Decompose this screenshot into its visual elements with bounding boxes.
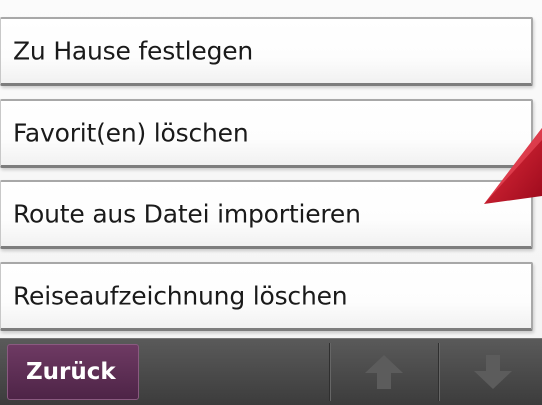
arrow-up-icon <box>365 355 403 389</box>
scroll-down-button[interactable] <box>442 343 542 401</box>
toolbar-divider <box>329 343 330 401</box>
arrow-down-icon <box>474 355 512 389</box>
bottom-toolbar: Zurück <box>0 338 542 405</box>
menu-item-set-home[interactable]: Zu Hause festlegen <box>0 17 533 86</box>
garmin-menu-screen: Zu Hause festlegen Favorit(en) löschen R… <box>0 0 542 405</box>
scroll-up-button[interactable] <box>333 343 433 401</box>
menu-item-label: Zu Hause festlegen <box>13 36 254 66</box>
menu-item-delete-track-log[interactable]: Reiseaufzeichnung löschen <box>0 262 533 331</box>
menu-item-import-route[interactable]: Route aus Datei importieren <box>0 180 533 249</box>
back-button-label: Zurück <box>26 359 116 385</box>
menu-item-delete-favorites[interactable]: Favorit(en) löschen <box>0 99 533 168</box>
back-button[interactable]: Zurück <box>7 344 139 400</box>
menu-item-label: Route aus Datei importieren <box>13 199 361 229</box>
toolbar-divider <box>438 343 439 401</box>
menu-item-label: Reiseaufzeichnung löschen <box>13 281 348 311</box>
menu-item-label: Favorit(en) löschen <box>13 118 249 148</box>
